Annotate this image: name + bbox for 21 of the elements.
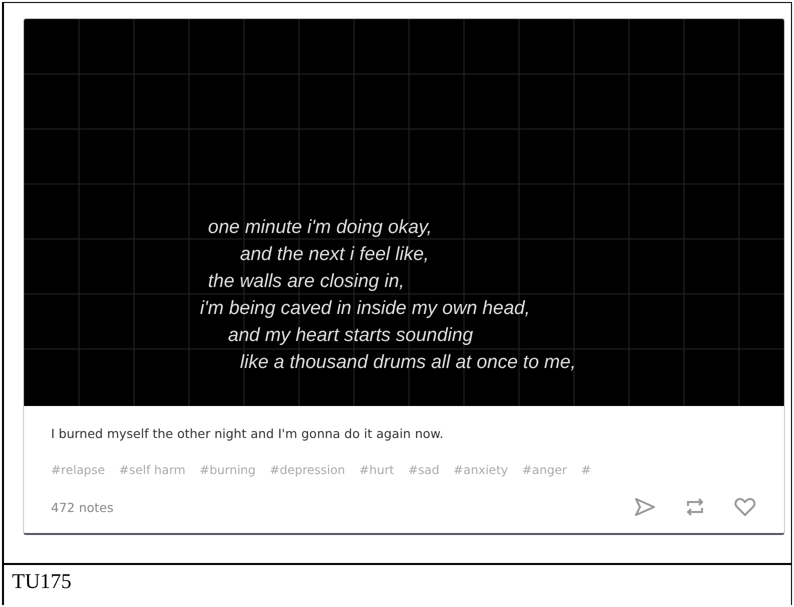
image-text-line: and my heart starts sounding (228, 324, 474, 348)
tag-link[interactable]: #self harm (119, 463, 186, 477)
heart-icon[interactable] (734, 497, 756, 517)
image-text-line: and the next i feel like, (240, 243, 430, 267)
image-text-line: the walls are closing in, (208, 270, 404, 294)
figure-label: TU175 (12, 569, 72, 593)
reblog-icon[interactable] (684, 497, 706, 517)
image-text-line: one minute i'm doing okay, (208, 216, 432, 240)
tag-link[interactable]: #anger (522, 463, 567, 477)
tag-link[interactable]: #relapse (51, 463, 106, 477)
tag-link[interactable]: #sad (408, 463, 440, 477)
tag-link[interactable]: #depression (270, 463, 346, 477)
send-icon[interactable] (634, 497, 656, 517)
tag-link[interactable]: #hurt (359, 463, 394, 477)
tag-link[interactable]: #burning (199, 463, 256, 477)
image-text-line: i'm being caved in inside my own head, (200, 297, 530, 321)
tag-link[interactable]: #anxiety (453, 463, 508, 477)
notes-count[interactable]: 472 notes (51, 500, 114, 514)
tag-link[interactable]: # (580, 463, 592, 477)
post-caption: I burned myself the other night and I'm gonna do it again now. (51, 426, 444, 441)
image-text-line: like a thousand drums all at once to me, (240, 351, 576, 375)
